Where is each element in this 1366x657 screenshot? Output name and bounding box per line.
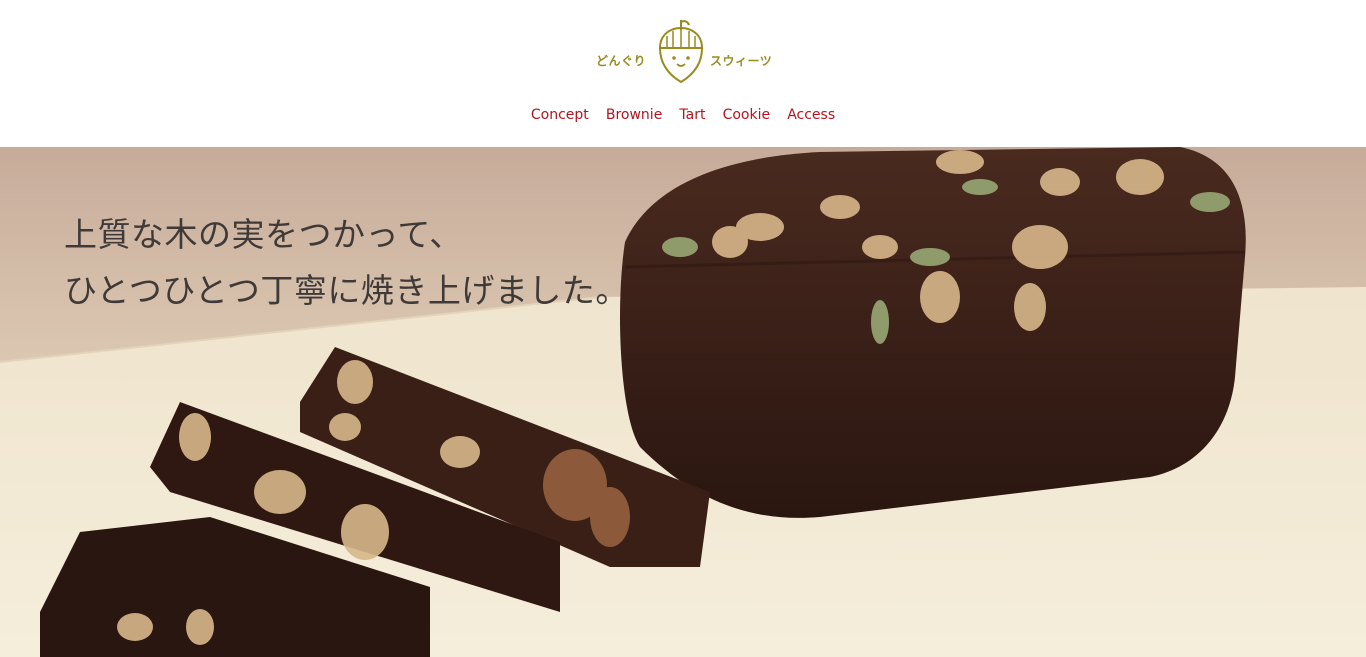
hero-tagline: 上質な木の実をつかって、 ひとつひとつ丁寧に焼き上げました。 bbox=[64, 207, 629, 319]
nav-item-brownie[interactable]: Brownie bbox=[606, 106, 662, 124]
nav-item-cookie[interactable]: Cookie bbox=[723, 106, 771, 124]
hero-tagline-line1: 上質な木の実をつかって、 bbox=[64, 215, 463, 254]
hero-tagline-line2: ひとつひとつ丁寧に焼き上げました。 bbox=[64, 271, 629, 310]
site-header: どんぐり スウィーツ Concept Brownie Tart Cookie A… bbox=[0, 0, 1366, 147]
nav-item-concept[interactable]: Concept bbox=[531, 106, 589, 124]
main-nav: Concept Brownie Tart Cookie Access bbox=[0, 104, 1366, 124]
site-logo[interactable]: どんぐり スウィーツ bbox=[596, 18, 772, 86]
logo-text-sweets: スウィーツ bbox=[710, 54, 773, 68]
nav-item-access[interactable]: Access bbox=[787, 106, 835, 124]
acorn-face-icon bbox=[658, 20, 704, 84]
hero: 上質な木の実をつかって、 ひとつひとつ丁寧に焼き上げました。 bbox=[0, 147, 1366, 657]
logo-text-donguri: どんぐり bbox=[596, 54, 647, 68]
nav-item-tart[interactable]: Tart bbox=[679, 106, 705, 124]
